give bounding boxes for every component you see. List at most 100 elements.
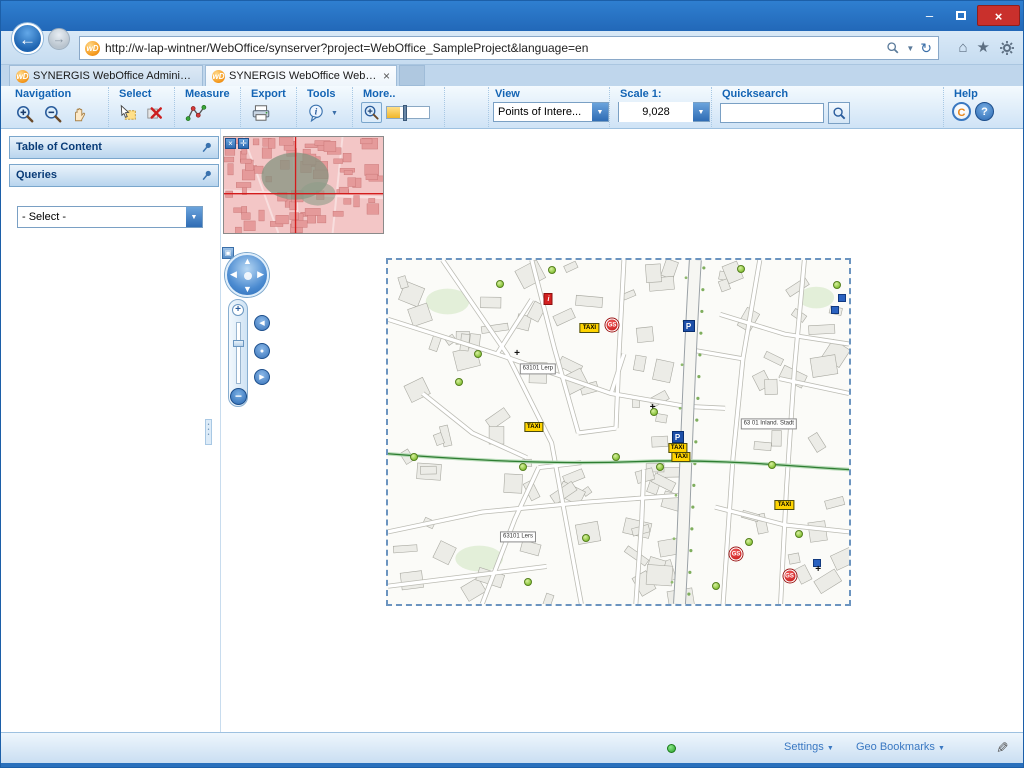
tab-weboffice-client[interactable]: wD SYNERGIS WebOffice WebO... ×	[205, 65, 397, 86]
refresh-icon[interactable]: ↻	[920, 36, 932, 60]
chevron-down-icon[interactable]: ▼	[906, 44, 914, 53]
map-marker-poi[interactable]	[524, 578, 532, 586]
queries-select-dropdown[interactable]: - Select - ▼	[17, 206, 203, 228]
pan-right-icon[interactable]: ▶	[257, 269, 264, 280]
pin-icon[interactable]	[201, 169, 213, 183]
clear-selection-button[interactable]	[143, 102, 165, 124]
url-text[interactable]: http://w-lap-wintner/WebOffice/synserver…	[105, 41, 880, 55]
map-marker-poi[interactable]	[768, 461, 776, 469]
close-button[interactable]: ×	[977, 5, 1020, 26]
map-marker-poi[interactable]	[519, 463, 527, 471]
chevron-down-icon[interactable]: ▼	[186, 207, 202, 227]
search-icon[interactable]	[886, 41, 900, 55]
map-marker-taxi[interactable]: TAXI	[672, 452, 691, 462]
quicksearch-button[interactable]	[828, 102, 850, 124]
map-marker-poi[interactable]	[656, 463, 664, 471]
tab-weboffice-administration[interactable]: wD SYNERGIS WebOffice Administ...	[9, 65, 203, 86]
pan-left-icon[interactable]: ◀	[230, 269, 237, 280]
map-marker-bluesq[interactable]	[831, 306, 839, 314]
pan-center-dot[interactable]	[244, 272, 252, 280]
copyright-button[interactable]: C	[952, 102, 971, 121]
chevron-down-icon[interactable]: ▼	[592, 103, 608, 121]
zoom-out-button[interactable]	[41, 102, 65, 126]
panel-header-table-of-content[interactable]: Table of Content	[9, 136, 219, 159]
map-marker-gs[interactable]: GS	[606, 319, 619, 332]
map-marker-poi[interactable]	[795, 530, 803, 538]
map-marker-poi[interactable]	[737, 265, 745, 273]
map-marker-gs[interactable]: GS	[730, 548, 743, 561]
zoom-slider-track[interactable]	[236, 322, 241, 384]
sidebar-collapse-handle[interactable]: •••	[205, 419, 212, 445]
map-marker-taxi[interactable]: TAXI	[580, 323, 599, 333]
pan-up-icon[interactable]: ▲	[243, 256, 252, 266]
address-bar[interactable]: wD http://w-lap-wintner/WebOffice/synser…	[79, 36, 939, 60]
chevron-down-icon[interactable]: ▼	[331, 110, 338, 117]
favorites-star-icon[interactable]: ★	[977, 36, 990, 60]
pan-button[interactable]	[69, 103, 91, 125]
zoom-in-slider-button[interactable]: +	[232, 304, 244, 316]
window-titlebar[interactable]: – ×	[1, 1, 1023, 31]
quicksearch-input[interactable]	[720, 103, 824, 123]
forward-button[interactable]: →	[48, 28, 70, 50]
back-button[interactable]: ←	[12, 23, 43, 54]
home-icon[interactable]: ⌂	[958, 36, 967, 60]
map-marker-poi[interactable]	[496, 280, 504, 288]
zoom-level-slider[interactable]	[386, 106, 430, 119]
next-extent-button[interactable]: ▶	[254, 369, 270, 385]
map-marker-poi[interactable]	[833, 281, 841, 289]
geo-bookmarks-menu[interactable]: Geo Bookmarks ▼	[856, 741, 945, 753]
minimize-button[interactable]: –	[915, 5, 944, 26]
scale-input[interactable]	[619, 102, 693, 122]
map-marker-cross[interactable]: +	[514, 349, 520, 359]
map-marker-maplabel[interactable]: 63101 Lerp	[520, 363, 556, 374]
map-marker-poi[interactable]	[455, 378, 463, 386]
zoom-in-button[interactable]	[13, 102, 37, 126]
map-marker-poi[interactable]	[410, 453, 418, 461]
map-marker-poi[interactable]	[474, 350, 482, 358]
help-button[interactable]: ?	[975, 102, 994, 121]
tab-close-icon[interactable]: ×	[383, 69, 390, 83]
close-overview-icon[interactable]: ×	[225, 138, 236, 149]
settings-menu[interactable]: Settings ▼	[784, 741, 834, 753]
map-marker-parking[interactable]: P	[683, 320, 695, 332]
maximize-button[interactable]	[946, 5, 975, 26]
identify-button[interactable]: i	[305, 102, 327, 124]
map-marker-poi[interactable]	[745, 538, 753, 546]
previous-extent-button[interactable]: ◀	[254, 315, 270, 331]
map-marker-maplabel[interactable]: 63101 Lers	[500, 531, 536, 542]
scale-combo[interactable]: ▼	[618, 102, 710, 122]
panel-header-queries[interactable]: Queries	[9, 164, 219, 187]
map-marker-poi[interactable]	[650, 408, 658, 416]
settings-gear-icon[interactable]	[999, 40, 1015, 56]
map-marker-bluesq[interactable]	[838, 294, 846, 302]
map-marker-cross[interactable]: +	[815, 565, 821, 575]
zoom-slider-mode-button[interactable]	[361, 102, 382, 123]
map-viewport[interactable]: iTAXIGSPTAXIPTAXITAXITAXIGSGS+++63101 Le…	[386, 258, 851, 606]
map-marker-parking[interactable]: P	[672, 431, 684, 443]
pan-rose-control[interactable]: ▲ ▼ ◀ ▶	[225, 253, 269, 297]
view-dropdown[interactable]: Points of Intere... ▼	[493, 102, 609, 122]
map-marker-taxi[interactable]: TAXI	[524, 422, 543, 432]
map-marker-poi[interactable]	[612, 453, 620, 461]
chevron-down-icon[interactable]: ▼	[693, 103, 709, 121]
redlining-pencil-icon[interactable]: ✎	[996, 739, 1009, 757]
zoom-out-slider-button[interactable]: −	[230, 388, 247, 405]
print-button[interactable]	[249, 102, 273, 124]
map-marker-gs[interactable]: GS	[783, 570, 796, 583]
map-marker-info[interactable]: i	[544, 293, 553, 305]
select-by-rectangle-button[interactable]	[117, 102, 139, 124]
pan-down-icon[interactable]: ▼	[243, 284, 252, 294]
move-overview-icon[interactable]: ✛	[238, 138, 249, 149]
map-marker-poi[interactable]	[582, 534, 590, 542]
map-marker-taxi[interactable]: TAXI	[775, 500, 794, 510]
map-marker-poi[interactable]	[712, 582, 720, 590]
slider-thumb[interactable]	[403, 105, 407, 121]
map-marker-maplabel[interactable]: 63 01 Inland. Stadt	[741, 418, 797, 429]
measure-button[interactable]	[183, 102, 209, 124]
map-marker-poi[interactable]	[548, 266, 556, 274]
overview-map[interactable]: × ✛	[223, 136, 384, 234]
full-extent-button[interactable]: ●	[254, 343, 270, 359]
pin-icon[interactable]	[201, 141, 213, 155]
new-tab-stub[interactable]	[399, 65, 425, 86]
zoom-slider-thumb[interactable]	[233, 340, 244, 347]
